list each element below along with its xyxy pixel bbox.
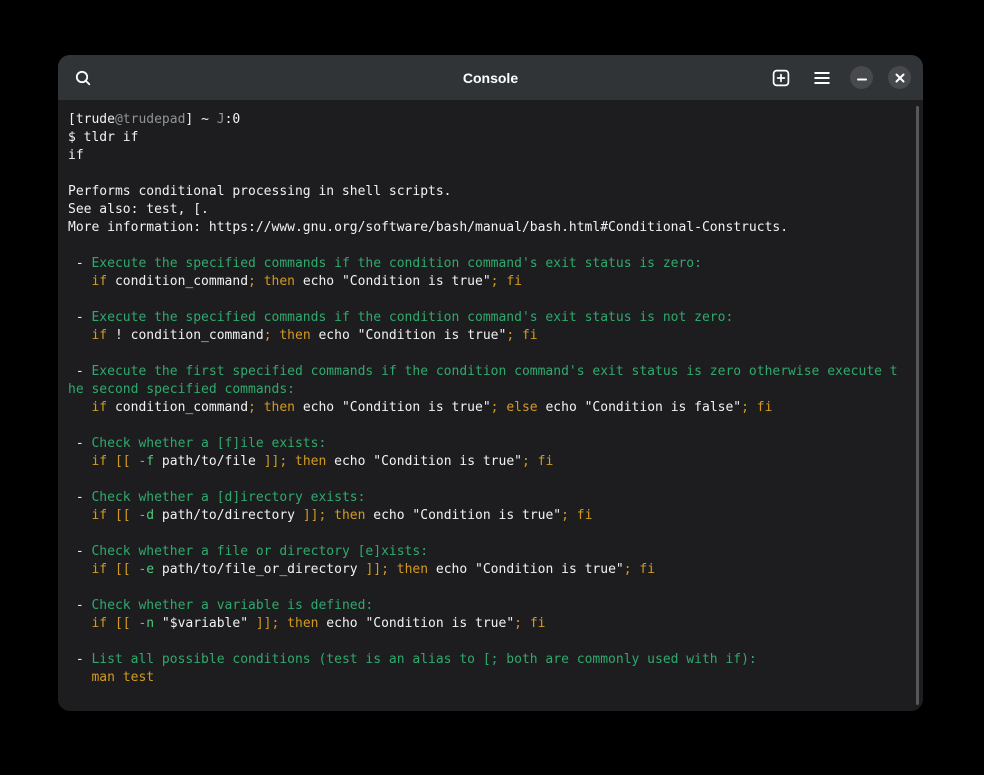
terminal-line (68, 525, 923, 543)
menu-icon (813, 71, 831, 85)
scrollbar[interactable] (916, 106, 919, 705)
terminal-line: if [[ -d path/to/directory ]]; then echo… (68, 507, 923, 525)
terminal-line: if condition_command; then echo "Conditi… (68, 399, 923, 417)
terminal-line: [trude@trudepad] ~ J:0 (68, 111, 923, 129)
terminal-line: he second specified commands: (68, 381, 923, 399)
minimize-icon (856, 72, 868, 84)
close-button[interactable] (888, 66, 911, 89)
minimize-button[interactable] (850, 66, 873, 89)
header-controls (768, 65, 911, 91)
search-icon (74, 69, 92, 87)
terminal-line: Performs conditional processing in shell… (68, 183, 923, 201)
terminal-line (68, 633, 923, 651)
terminal-line: man test (68, 669, 923, 687)
terminal-line (68, 471, 923, 489)
terminal-output[interactable]: [trude@trudepad] ~ J:0$ tldr ifif Perfor… (58, 100, 923, 711)
terminal-line: - Check whether a [d]irectory exists: (68, 489, 923, 507)
terminal-line (68, 579, 923, 597)
terminal-line: - List all possible conditions (test is … (68, 651, 923, 669)
search-button[interactable] (70, 65, 96, 91)
terminal-line: - Execute the first specified commands i… (68, 363, 923, 381)
terminal-line: - Check whether a variable is defined: (68, 597, 923, 615)
new-tab-button[interactable] (768, 65, 794, 91)
console-window: Console (58, 55, 923, 711)
menu-button[interactable] (809, 65, 835, 91)
terminal-line (68, 345, 923, 363)
terminal-line: if [[ -e path/to/file_or_directory ]]; t… (68, 561, 923, 579)
terminal-line: if [[ -n "$variable" ]]; then echo "Cond… (68, 615, 923, 633)
terminal-line (68, 165, 923, 183)
terminal-line (68, 237, 923, 255)
terminal-line (68, 291, 923, 309)
terminal-line (68, 417, 923, 435)
terminal-line: - Check whether a file or directory [e]x… (68, 543, 923, 561)
terminal-line: if [[ -f path/to/file ]]; then echo "Con… (68, 453, 923, 471)
header-bar: Console (58, 55, 923, 100)
terminal-line: See also: test, [. (68, 201, 923, 219)
close-icon (894, 72, 906, 84)
terminal-line: if condition_command; then echo "Conditi… (68, 273, 923, 291)
terminal-line: - Execute the specified commands if the … (68, 255, 923, 273)
terminal-line: if ! condition_command; then echo "Condi… (68, 327, 923, 345)
terminal-line: More information: https://www.gnu.org/so… (68, 219, 923, 237)
terminal-line: - Execute the specified commands if the … (68, 309, 923, 327)
terminal-line: - Check whether a [f]ile exists: (68, 435, 923, 453)
terminal-line: if (68, 147, 923, 165)
terminal-line: $ tldr if (68, 129, 923, 147)
new-tab-icon (772, 69, 790, 87)
